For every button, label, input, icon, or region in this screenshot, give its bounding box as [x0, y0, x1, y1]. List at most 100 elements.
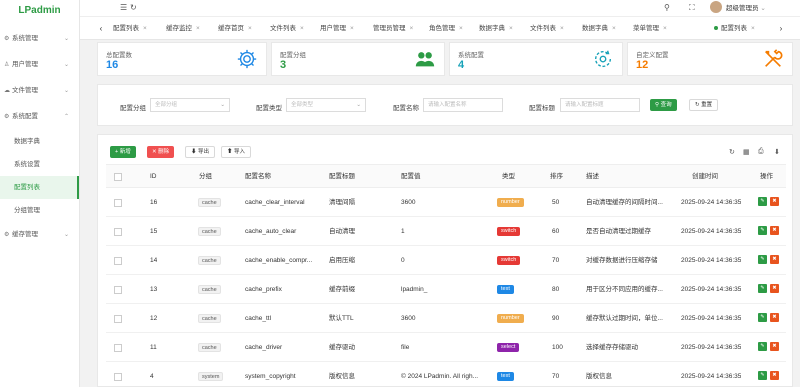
tab-item[interactable]: 角色管理 × [429, 17, 463, 40]
close-icon[interactable]: × [350, 25, 354, 32]
edit-icon[interactable]: ✎ [758, 313, 767, 322]
delete-icon[interactable]: ✖ [770, 284, 779, 293]
edit-icon[interactable]: ✎ [758, 371, 767, 380]
tab-item[interactable]: 文件列表 × [270, 17, 304, 40]
close-icon[interactable]: × [196, 25, 200, 32]
tab-item[interactable]: 配置列表 × [113, 17, 147, 40]
delete-icon[interactable]: ✖ [770, 313, 779, 322]
sidebar-item-system-management[interactable]: ⚙ 系统管理 ⌄ [0, 26, 79, 52]
config-name-input[interactable]: 请输入配置名称 [423, 98, 503, 112]
column-header-type: 类型 [502, 173, 515, 180]
tab-item[interactable]: 缓存监控 × [166, 17, 200, 40]
tab-item[interactable]: 配置列表 × [714, 17, 755, 40]
refresh-icon[interactable]: ↻ [130, 3, 137, 12]
export-icon[interactable]: ⬇ [774, 148, 780, 156]
columns-icon[interactable]: ▦ [743, 148, 750, 156]
search-button[interactable]: ⚲ 查询 [650, 99, 677, 111]
sidebar-item-file-management[interactable]: ☁ 文件管理 ⌄ [0, 78, 79, 104]
column-header-action: 操作 [760, 173, 773, 180]
row-checkbox[interactable] [114, 286, 122, 294]
user-menu[interactable]: 超级管理员 ⌄ [710, 0, 766, 17]
edit-icon[interactable]: ✎ [758, 284, 767, 293]
cell-desc: 是否自动清理过期缓存 [586, 228, 651, 235]
row-checkbox[interactable] [114, 257, 122, 265]
sidebar-subitem-group-management[interactable]: 分组管理 [0, 199, 79, 222]
row-checkbox[interactable] [114, 344, 122, 352]
delete-icon[interactable]: ✖ [770, 255, 779, 264]
app-logo: LPadmin [18, 5, 61, 16]
add-button[interactable]: + 新增 [110, 146, 136, 158]
close-icon[interactable]: × [560, 25, 564, 32]
close-icon[interactable]: × [248, 25, 252, 32]
stat-value: 12 [636, 59, 649, 71]
column-header-name: 配置名称 [245, 173, 271, 180]
sidebar-item-system-config[interactable]: ⚙ 系统配置 ⌃ [0, 104, 79, 130]
delete-icon[interactable]: ✖ [770, 226, 779, 235]
close-icon[interactable]: × [300, 25, 304, 32]
tab-item[interactable]: 菜单管理 × [633, 17, 667, 40]
fullscreen-icon[interactable]: ⛶ [689, 3, 695, 13]
export-button[interactable]: ⬇ 导出 [185, 146, 216, 158]
delete-icon[interactable]: ✖ [770, 197, 779, 206]
delete-icon[interactable]: ✖ [770, 342, 779, 351]
sidebar-subitem-config-list[interactable]: 配置列表 [0, 176, 79, 199]
search-icon[interactable]: ⚲ [664, 3, 670, 12]
tab-item[interactable]: 管理员管理 × [373, 17, 413, 40]
edit-icon[interactable]: ✎ [758, 226, 767, 235]
delete-button[interactable]: ✕ 删除 [147, 146, 175, 158]
row-checkbox[interactable] [114, 373, 122, 381]
cell-sort: 70 [552, 257, 560, 264]
row-checkbox[interactable] [114, 315, 122, 323]
type-select[interactable]: 全部类型 ⌄ [286, 98, 366, 112]
group-select[interactable]: 全部分组 ⌄ [150, 98, 230, 112]
edit-icon[interactable]: ✎ [758, 197, 767, 206]
select-all-checkbox[interactable] [114, 173, 122, 181]
sidebar-subitem-settings[interactable]: 系统设置 [0, 153, 79, 176]
import-button[interactable]: ⬆ 导入 [221, 146, 252, 158]
sidebar-item-label: 缓存管理 [12, 231, 38, 238]
type-badge: text [497, 285, 514, 294]
tab-label: 菜单管理 [633, 25, 659, 32]
search-icon: ⚲ [655, 102, 660, 108]
edit-icon[interactable]: ✎ [758, 342, 767, 351]
close-icon[interactable]: × [663, 25, 667, 32]
close-icon[interactable]: × [143, 25, 147, 32]
tab-item[interactable]: 数据字典 × [479, 17, 513, 40]
close-icon[interactable]: × [459, 25, 463, 32]
cell-id: 15 [150, 228, 158, 235]
close-icon[interactable]: × [509, 25, 513, 32]
cell-title: 默认TTL [329, 315, 354, 322]
close-icon[interactable]: × [612, 25, 616, 32]
delete-icon[interactable]: ✖ [770, 371, 779, 380]
row-checkbox[interactable] [114, 199, 122, 207]
chevron-down-icon: ⌄ [356, 102, 361, 108]
download-icon: ⬇ [191, 149, 197, 155]
print-icon[interactable]: ⎙ [758, 148, 764, 156]
tab-item[interactable]: 数据字典 × [582, 17, 616, 40]
filter-group-label: 配置分组 [120, 105, 146, 112]
tab-scroll-left-icon[interactable]: ‹ [94, 17, 108, 40]
cell-value: file [401, 344, 410, 351]
edit-icon[interactable]: ✎ [758, 255, 767, 264]
tab-item[interactable]: 文件列表 × [530, 17, 564, 40]
group-tag: cache [198, 314, 221, 323]
close-icon[interactable]: × [410, 25, 414, 32]
sidebar-item-cache-management[interactable]: ⚙ 缓存管理 ⌄ [0, 222, 79, 248]
tab-item[interactable]: 缓存首页 × [218, 17, 252, 40]
close-icon[interactable]: × [751, 25, 755, 32]
config-title-input[interactable]: 请输入配置标题 [560, 98, 640, 112]
reset-button[interactable]: ↻ 重置 [689, 99, 719, 111]
tab-scroll-right-icon[interactable]: › [774, 17, 788, 40]
delete-button-label: 删除 [158, 149, 170, 155]
cell-desc: 选择缓存存储驱动 [586, 344, 638, 351]
refresh-icon[interactable]: ↻ [729, 148, 735, 156]
sidebar-item-user-management[interactable]: ♙ 用户管理 ⌄ [0, 52, 79, 78]
menu-toggle-icon[interactable]: ☰ [120, 3, 127, 12]
cell-desc: 缓存默认过期时间，单位... [586, 315, 663, 322]
row-checkbox[interactable] [114, 228, 122, 236]
sidebar-subitem-dictionary[interactable]: 数据字典 [0, 130, 79, 153]
column-header-group: 分组 [199, 173, 212, 180]
tab-item[interactable]: 用户管理 × [320, 17, 354, 40]
stat-value: 16 [106, 59, 119, 71]
column-header-desc: 描述 [586, 173, 599, 180]
